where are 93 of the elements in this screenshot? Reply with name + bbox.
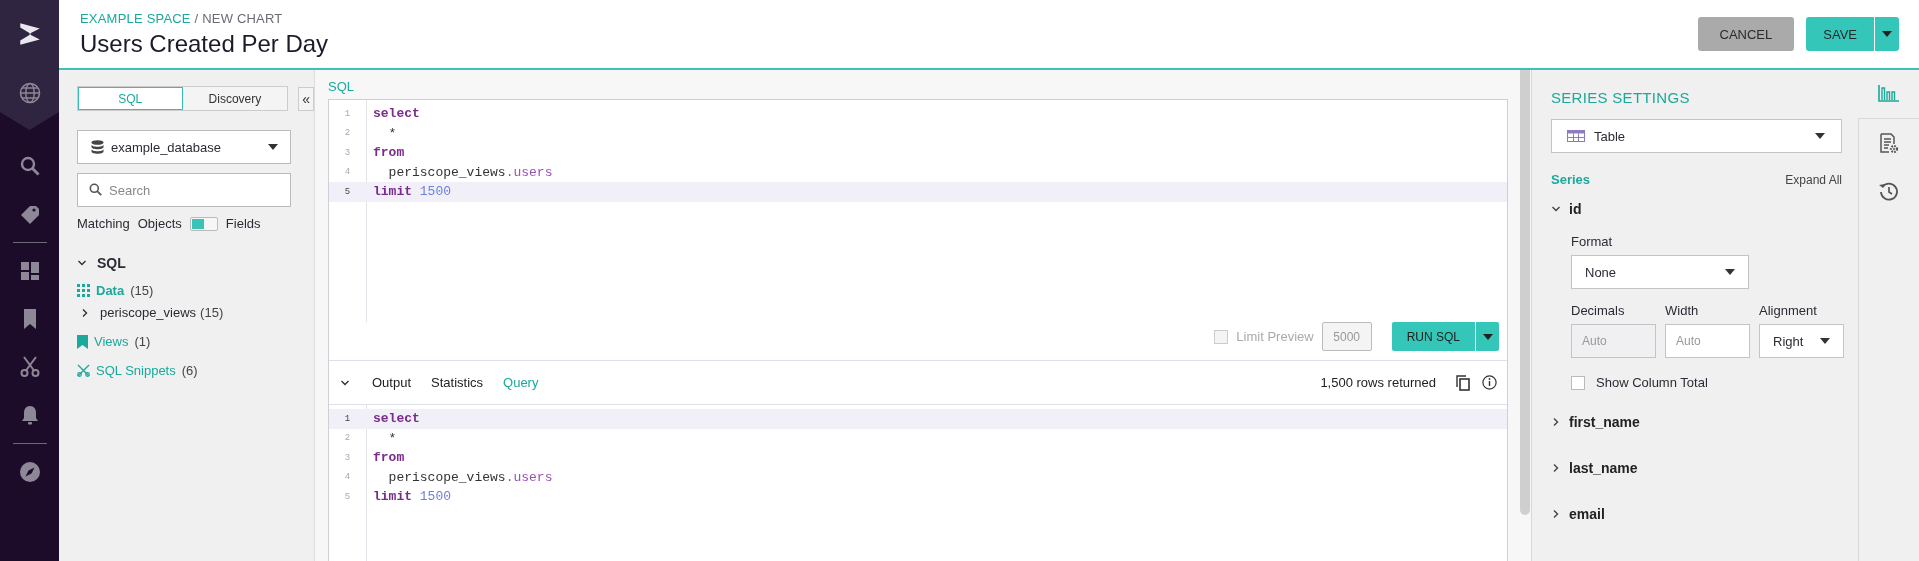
code-text: select [372, 411, 420, 427]
line-number: 1 [343, 108, 352, 119]
database-select[interactable]: example_database [77, 130, 291, 164]
item-count: (1) [134, 334, 151, 349]
cancel-button[interactable]: CANCEL [1697, 17, 1795, 51]
bookmark-icon [77, 334, 88, 349]
scrollbar[interactable] [1520, 70, 1530, 515]
caret-icon [1482, 333, 1493, 340]
matching-label: Matching [77, 216, 130, 231]
line-number: 1 [343, 413, 352, 424]
mode-tab[interactable]: Discovery [182, 87, 288, 110]
chart-type-select[interactable]: Table [1551, 119, 1842, 153]
code-text: from [372, 450, 405, 466]
format-value: None [1585, 264, 1617, 280]
globe-icon[interactable] [17, 81, 42, 105]
chevron-down-icon[interactable] [1551, 204, 1561, 214]
format-label: Format [1571, 234, 1614, 249]
code-text: * [387, 125, 397, 141]
decimals-label: Decimals [1571, 303, 1626, 318]
code-text: * [387, 430, 397, 446]
breadcrumb-page: / NEW CHART [194, 10, 283, 26]
chevron-right-icon[interactable] [1551, 509, 1561, 519]
save-button[interactable]: SAVE [1806, 17, 1874, 51]
line-number: 3 [343, 147, 352, 158]
grid-icon [77, 284, 90, 297]
line-number: 4 [343, 167, 352, 178]
run-menu-button[interactable] [1476, 322, 1499, 351]
code-text: periscope_views.users [387, 469, 553, 485]
alignment-select[interactable]: Right [1759, 324, 1844, 358]
objects-label: Objects [137, 216, 182, 231]
chevron-down-icon[interactable] [77, 258, 87, 268]
line-number: 2 [343, 433, 352, 444]
code-text: periscope_views.users [387, 164, 553, 180]
line-number: 2 [343, 128, 352, 139]
series-item[interactable]: email [1569, 506, 1605, 522]
code-text: limit 1500 [372, 489, 452, 505]
compass-icon[interactable] [17, 460, 42, 484]
width-field[interactable]: Auto [1665, 324, 1750, 358]
chart-title: Users Created Per Day [80, 29, 330, 58]
history-icon[interactable] [1878, 181, 1900, 201]
format-select[interactable]: None [1571, 255, 1749, 289]
run-sql-button[interactable]: RUN SQL [1391, 322, 1475, 351]
chevron-right-icon[interactable] [80, 307, 90, 318]
chart-type-value: Table [1594, 128, 1627, 144]
alignment-value: Right [1773, 333, 1804, 349]
search-field[interactable]: Search [77, 173, 291, 207]
item-count: (6) [181, 363, 198, 378]
column-total-label: Show Column Total [1596, 375, 1708, 390]
toggle-switch[interactable] [189, 216, 218, 231]
copy-icon[interactable] [1456, 374, 1470, 391]
rows-returned: 1,500 rows returned [1320, 375, 1436, 390]
code-text: select [372, 106, 420, 122]
editor-label: SQL [328, 79, 355, 96]
database-icon [91, 140, 104, 154]
caret-icon [1815, 133, 1825, 139]
width-label: Width [1665, 303, 1700, 318]
output-tab[interactable]: Output [362, 368, 422, 397]
chevron-right-icon[interactable] [1551, 463, 1561, 473]
expand-all-link[interactable]: Expand All [1785, 172, 1842, 187]
line-number: 5 [343, 186, 352, 197]
series-heading: Series [1551, 172, 1591, 187]
alignment-label: Alignment [1759, 303, 1818, 318]
database-name: example_database [111, 139, 222, 155]
caret-icon [1882, 31, 1892, 37]
line-number: 4 [343, 472, 352, 483]
item-count: (15) [200, 305, 224, 320]
table-icon [1567, 130, 1585, 142]
caret-icon [268, 144, 278, 150]
schema-item[interactable]: periscope_views [100, 305, 197, 320]
series-item[interactable]: last_name [1569, 460, 1638, 476]
checkbox[interactable] [1571, 375, 1585, 390]
item-count: (15) [130, 283, 154, 298]
code-text: limit 1500 [372, 184, 452, 200]
line-number: 3 [343, 452, 352, 463]
line-number: 5 [343, 491, 352, 502]
bar-chart-icon[interactable] [1878, 84, 1900, 104]
collapse-button[interactable]: « [298, 86, 314, 111]
settings-icon[interactable] [1878, 133, 1900, 153]
save-menu-button[interactable] [1875, 17, 1899, 51]
fields-label: Fields [225, 216, 261, 231]
series-item[interactable]: id [1569, 201, 1582, 217]
search-icon [89, 183, 102, 196]
scissors-icon [77, 364, 90, 377]
caret-icon [1725, 269, 1735, 275]
caret-icon [1820, 338, 1830, 344]
chevron-right-icon[interactable] [1551, 417, 1561, 427]
limit-preview-label: Limit Preview [1236, 329, 1314, 344]
info-icon[interactable] [1482, 375, 1497, 390]
series-item[interactable]: first_name [1569, 414, 1640, 430]
panel-title: SERIES SETTINGS [1551, 89, 1691, 106]
output-tab[interactable]: Statistics [421, 368, 494, 397]
tree-section[interactable]: SQL [97, 255, 126, 271]
code-text: from [372, 145, 405, 161]
